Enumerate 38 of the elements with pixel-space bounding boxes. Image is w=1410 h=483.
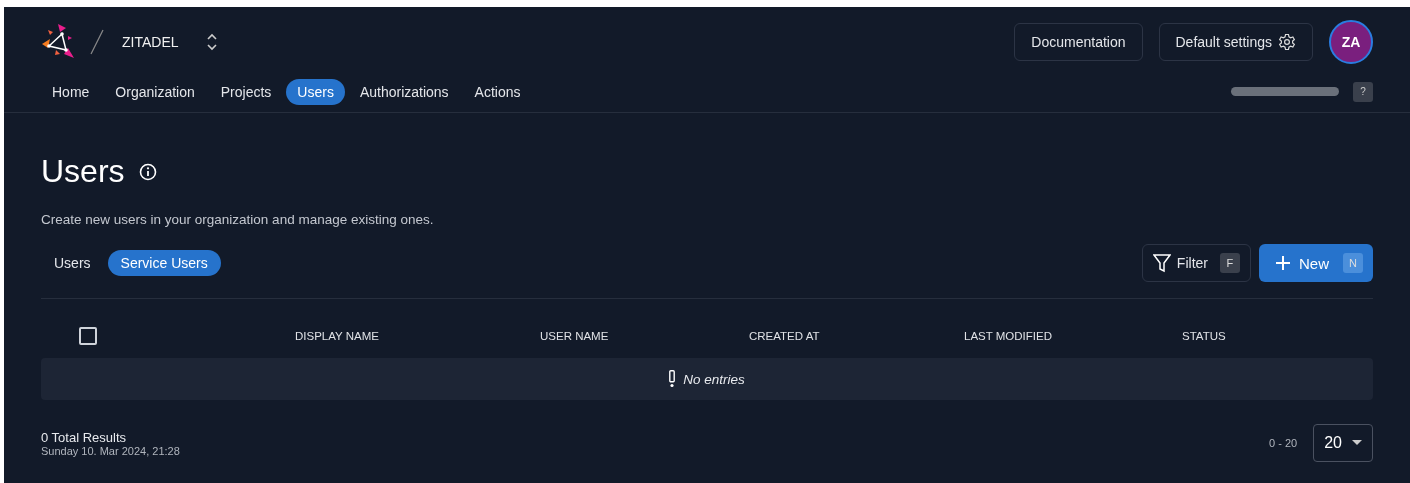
shortcut-key: F: [1220, 253, 1240, 273]
page-title: Users: [41, 153, 125, 190]
column-header[interactable]: DISPLAY NAME: [295, 329, 540, 342]
nav-tab[interactable]: Authorizations: [348, 78, 460, 105]
plus-icon: [1275, 255, 1291, 271]
column-header[interactable]: CREATED AT: [749, 329, 964, 342]
filter-icon: [1152, 253, 1171, 273]
shortcut-key: N: [1343, 253, 1363, 273]
chevron-up-down-icon[interactable]: [206, 33, 217, 51]
nav-tab[interactable]: Actions: [463, 78, 532, 105]
filter-button[interactable]: Filter F: [1141, 244, 1251, 282]
column-header[interactable]: STATUS: [1182, 329, 1373, 342]
total-results: 0 Total Results: [41, 429, 128, 445]
page-range: 0 - 20: [1269, 437, 1298, 449]
avatar[interactable]: ZA: [1329, 20, 1373, 64]
new-button[interactable]: New N: [1259, 244, 1373, 282]
org-name[interactable]: ZITADEL: [122, 34, 179, 50]
slash-divider-icon: [90, 29, 104, 55]
user-type-tab[interactable]: Users: [41, 250, 104, 276]
help-badge[interactable]: ?: [1353, 81, 1373, 102]
user-type-tab[interactable]: Service Users: [107, 250, 221, 276]
select-all-checkbox[interactable]: [79, 326, 97, 345]
page-description: Create new users in your organization and manage existing ones.: [41, 212, 435, 227]
timestamp: Sunday 10. Mar 2024, 21:28: [41, 444, 180, 457]
column-header[interactable]: USER NAME: [540, 329, 749, 342]
column-header[interactable]: LAST MODIFIED: [964, 329, 1182, 342]
nav-tab[interactable]: Organization: [104, 78, 206, 105]
info-icon[interactable]: [138, 162, 157, 181]
nav-tab[interactable]: Home: [41, 78, 101, 105]
documentation-button[interactable]: Documentation: [1014, 23, 1143, 61]
default-settings-button[interactable]: Default settings: [1158, 23, 1313, 61]
empty-message: No entries: [683, 371, 745, 387]
nav-tab[interactable]: Projects: [209, 78, 283, 105]
caret-icon: [1352, 440, 1362, 446]
settings-icon: [1278, 33, 1296, 51]
page-size-select[interactable]: 20: [1313, 424, 1373, 462]
exclamation-icon: [669, 370, 676, 388]
nav-tab[interactable]: Users: [286, 78, 345, 105]
